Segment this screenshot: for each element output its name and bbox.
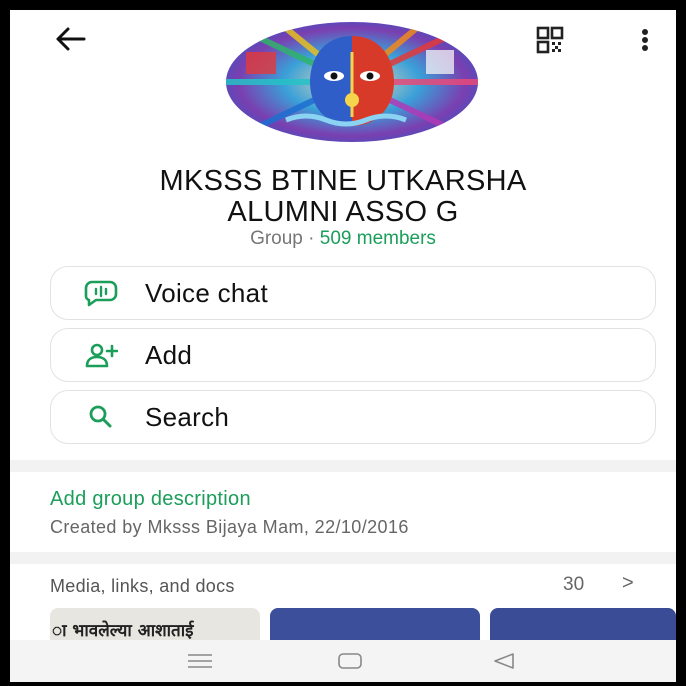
group-avatar[interactable] <box>226 22 478 142</box>
more-options-button[interactable] <box>630 24 660 56</box>
media-count[interactable]: 30 <box>563 574 584 596</box>
add-person-icon <box>79 340 123 370</box>
thumbnail-caption: ा भावलेल्या आशाताई <box>52 621 194 641</box>
back-button[interactable] <box>50 24 90 54</box>
media-section-title[interactable]: Media, links, and docs <box>50 576 235 597</box>
meta-separator: · <box>308 228 315 249</box>
voice-chat-button[interactable]: Voice chat <box>50 266 656 320</box>
nav-menu-button[interactable] <box>180 646 220 676</box>
section-divider <box>10 460 676 472</box>
group-name: MKSSS BTINE UTKARSHA ALUMNI ASSO G <box>10 166 676 228</box>
group-info-screen: MKSSS BTINE UTKARSHA ALUMNI ASSO G Group… <box>10 10 676 682</box>
triangle-back-icon <box>494 653 514 669</box>
created-by-text: Created by Mksss Bijaya Mam, 22/10/2016 <box>50 517 409 537</box>
more-vertical-icon <box>642 29 648 51</box>
search-button[interactable]: Search <box>50 390 656 444</box>
qr-code-icon <box>536 26 564 54</box>
system-nav-bar <box>10 640 676 682</box>
search-label: Search <box>145 401 230 432</box>
group-meta: Group · 509 members <box>10 228 676 250</box>
home-icon <box>338 653 362 669</box>
group-type: Group <box>250 228 303 249</box>
nav-home-button[interactable] <box>330 646 370 676</box>
chevron-right-icon[interactable]: > <box>622 572 634 595</box>
arrow-left-icon <box>56 27 86 51</box>
nav-back-button[interactable] <box>484 646 524 676</box>
add-description-link[interactable]: Add group description <box>50 488 251 511</box>
add-member-button[interactable]: Add <box>50 328 656 382</box>
member-count[interactable]: 509 members <box>320 228 436 249</box>
group-name-line1: MKSSS BTINE UTKARSHA <box>159 165 527 197</box>
search-icon <box>79 402 123 432</box>
menu-icon <box>188 654 212 668</box>
add-label: Add <box>145 339 193 370</box>
group-name-line2: ALUMNI ASSO G <box>227 196 459 228</box>
section-divider <box>10 552 676 564</box>
voice-chat-icon <box>79 278 123 308</box>
group-avatar-image <box>226 22 478 142</box>
voice-chat-label: Voice chat <box>145 277 268 308</box>
qr-code-button[interactable] <box>532 24 568 56</box>
